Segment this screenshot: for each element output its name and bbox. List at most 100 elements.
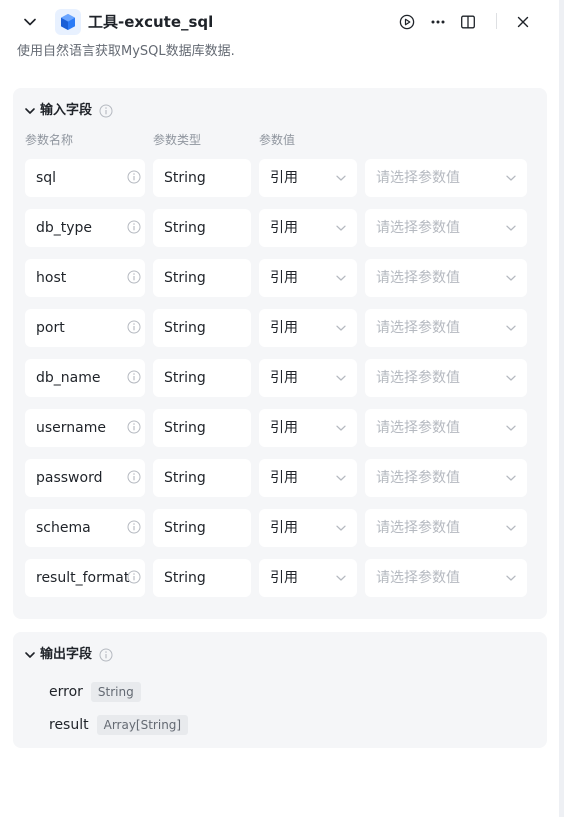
param-type-field: String (153, 459, 251, 497)
param-type: String (164, 320, 206, 336)
param-type: String (164, 570, 206, 586)
param-source-select[interactable]: 引用 (259, 409, 357, 447)
header-divider (496, 13, 497, 29)
output-section-header[interactable]: 输出字段 (24, 645, 113, 665)
chevron-down-icon (505, 572, 517, 584)
param-type: String (164, 370, 206, 386)
param-source-value: 引用 (270, 170, 298, 186)
split-view-icon (461, 15, 475, 29)
info-circle-icon[interactable] (127, 420, 141, 434)
param-row: schema String 引用 请选择参数值 (25, 509, 527, 547)
param-name: schema (36, 520, 91, 536)
output-field-type-tag: String (90, 682, 141, 702)
chevron-down-icon (25, 108, 35, 114)
more-options-button[interactable] (428, 12, 448, 32)
param-type: String (164, 270, 206, 286)
output-fields-section: 输出字段 error String result Array[String] (13, 632, 547, 748)
column-header-name: 参数名称 (25, 133, 74, 147)
play-circle-icon (399, 14, 415, 30)
info-circle-icon[interactable] (127, 320, 141, 334)
info-circle-icon[interactable] (127, 170, 141, 184)
param-source-value: 引用 (270, 420, 298, 436)
param-type: String (164, 520, 206, 536)
param-value-select[interactable]: 请选择参数值 (365, 559, 527, 597)
node-title: 工具-excute_sql (88, 13, 214, 31)
param-value-select[interactable]: 请选择参数值 (365, 309, 527, 347)
param-name-field[interactable]: port (25, 309, 145, 347)
param-value-placeholder: 请选择参数值 (376, 320, 460, 336)
info-circle-icon[interactable] (127, 520, 141, 534)
param-source-value: 引用 (270, 220, 298, 236)
chevron-down-icon (335, 322, 347, 334)
param-source-select[interactable]: 引用 (259, 259, 357, 297)
param-name-field[interactable]: sql (25, 159, 145, 197)
info-circle-icon[interactable] (127, 270, 141, 284)
param-row: sql String 引用 请选择参数值 (25, 159, 527, 197)
collapse-chevron-icon[interactable] (21, 13, 39, 31)
param-value-placeholder: 请选择参数值 (376, 570, 460, 586)
param-source-select[interactable]: 引用 (259, 459, 357, 497)
param-value-select[interactable]: 请选择参数值 (365, 209, 527, 247)
chevron-down-icon (505, 372, 517, 384)
close-button[interactable] (513, 12, 533, 32)
param-source-select[interactable]: 引用 (259, 309, 357, 347)
output-field-name: error (49, 684, 83, 700)
param-name-field[interactable]: schema (25, 509, 145, 547)
node-config-panel: 工具-excute_sql 使用自然语言获取MySQL数据库数据. 输入字段 参… (0, 0, 559, 817)
param-value-select[interactable]: 请选择参数值 (365, 259, 527, 297)
run-button[interactable] (397, 12, 417, 32)
param-value-placeholder: 请选择参数值 (376, 220, 460, 236)
param-row: db_type String 引用 请选择参数值 (25, 209, 527, 247)
param-name: db_type (36, 220, 93, 236)
info-circle-icon[interactable] (127, 220, 141, 234)
param-name-field[interactable]: password (25, 459, 145, 497)
info-circle-icon[interactable] (99, 648, 113, 662)
chevron-down-icon (335, 222, 347, 234)
param-row: db_name String 引用 请选择参数值 (25, 359, 527, 397)
param-source-select[interactable]: 引用 (259, 559, 357, 597)
param-value-select[interactable]: 请选择参数值 (365, 509, 527, 547)
param-value-placeholder: 请选择参数值 (376, 170, 460, 186)
param-source-value: 引用 (270, 370, 298, 386)
param-type-field: String (153, 259, 251, 297)
chevron-down-icon (505, 522, 517, 534)
param-type: String (164, 420, 206, 436)
param-name-field[interactable]: db_name (25, 359, 145, 397)
param-value-placeholder: 请选择参数值 (376, 470, 460, 486)
panel-header: 工具-excute_sql (0, 0, 559, 44)
split-view-button[interactable] (458, 12, 478, 32)
chevron-down-icon (335, 472, 347, 484)
param-type: String (164, 470, 206, 486)
panel-edge (559, 0, 564, 817)
chevron-down-icon (335, 572, 347, 584)
param-type-field: String (153, 409, 251, 447)
info-circle-icon[interactable] (127, 570, 141, 584)
param-source-select[interactable]: 引用 (259, 159, 357, 197)
info-circle-icon[interactable] (99, 104, 113, 118)
param-name-field[interactable]: username (25, 409, 145, 447)
input-section-header[interactable]: 输入字段 (24, 101, 113, 121)
column-header-value: 参数值 (259, 133, 296, 147)
param-value-select[interactable]: 请选择参数值 (365, 409, 527, 447)
param-name: username (36, 420, 106, 436)
param-name: port (36, 320, 65, 336)
param-source-select[interactable]: 引用 (259, 359, 357, 397)
param-type-field: String (153, 359, 251, 397)
param-name-field[interactable]: result_format (25, 559, 145, 597)
info-circle-icon[interactable] (127, 370, 141, 384)
param-value-select[interactable]: 请选择参数值 (365, 159, 527, 197)
param-name-field[interactable]: db_type (25, 209, 145, 247)
param-source-select[interactable]: 引用 (259, 209, 357, 247)
param-source-value: 引用 (270, 520, 298, 536)
param-value-select[interactable]: 请选择参数值 (365, 359, 527, 397)
output-field-row: result Array[String] (49, 714, 189, 736)
chevron-down-icon (505, 222, 517, 234)
chevron-down-icon (505, 322, 517, 334)
chevron-down-icon (335, 422, 347, 434)
param-value-placeholder: 请选择参数值 (376, 270, 460, 286)
param-type-field: String (153, 209, 251, 247)
info-circle-icon[interactable] (127, 470, 141, 484)
param-name-field[interactable]: host (25, 259, 145, 297)
param-value-select[interactable]: 请选择参数值 (365, 459, 527, 497)
param-source-select[interactable]: 引用 (259, 509, 357, 547)
